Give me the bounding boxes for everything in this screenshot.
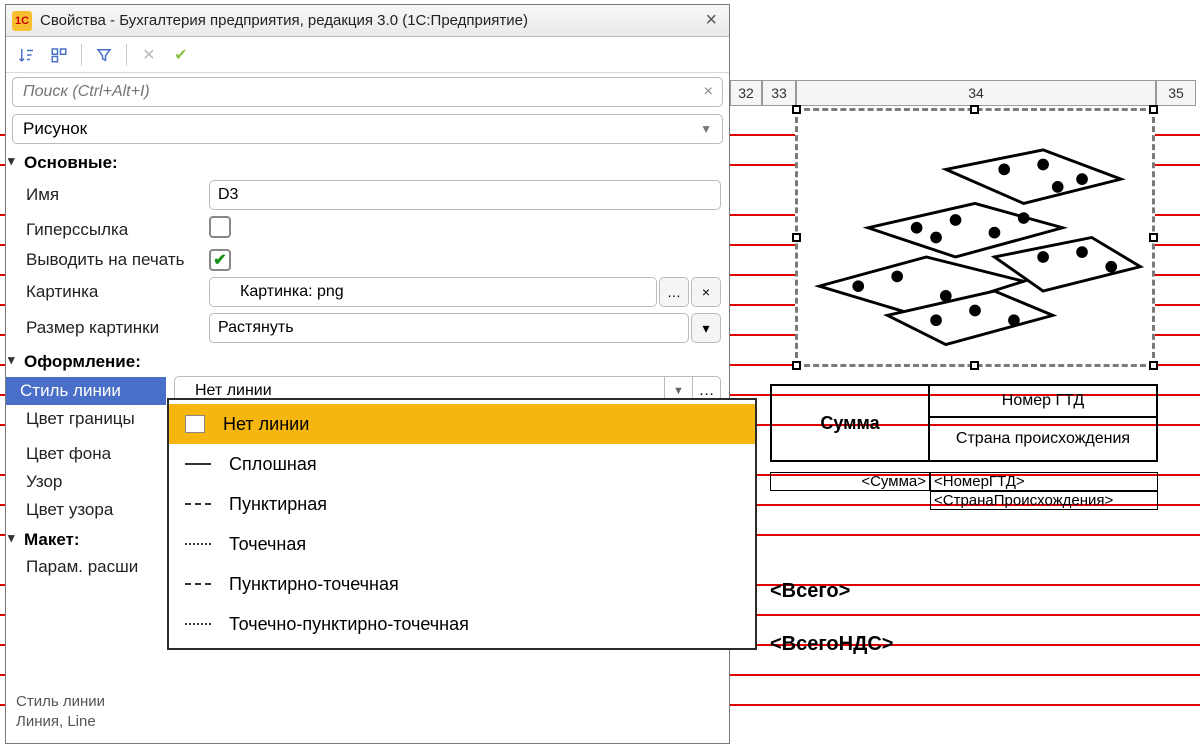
toolbar: ✕ ✔ <box>6 37 729 73</box>
resize-handle[interactable] <box>970 105 979 114</box>
section-format[interactable]: Оформление: <box>6 346 729 376</box>
label-line-style[interactable]: Стиль линии <box>6 377 166 405</box>
col-34[interactable]: 34 <box>796 80 1156 106</box>
picture-clear-button[interactable]: × <box>691 277 721 307</box>
search-input[interactable] <box>12 77 723 107</box>
dot-dash-dot-line-icon <box>185 623 211 625</box>
titlebar[interactable]: 1C Свойства - Бухгалтерия предприятия, р… <box>6 5 729 37</box>
resize-handle[interactable] <box>970 361 979 370</box>
type-select[interactable]: Рисунок ▼ <box>12 114 723 144</box>
col-35[interactable]: 35 <box>1156 80 1196 106</box>
opt-dot-dash-dot[interactable]: Точечно-пунктирно-точечная <box>169 604 755 644</box>
doc-table: Сумма Номер ГТД Страна происхождения <Су… <box>770 384 1170 510</box>
print-checkbox[interactable]: ✔ <box>209 249 231 271</box>
status-hint: Стиль линии Линия, Line <box>6 684 729 743</box>
ph-sum: <Сумма> <box>770 472 930 491</box>
app-icon: 1C <box>12 11 32 31</box>
picture-browse-button[interactable]: … <box>659 277 689 307</box>
no-line-icon <box>185 415 205 433</box>
window-title: Свойства - Бухгалтерия предприятия, реда… <box>40 12 528 29</box>
opt-label: Пунктирная <box>229 494 327 515</box>
dashed-line-icon <box>185 503 211 505</box>
categories-button[interactable] <box>46 42 72 68</box>
clear-search-icon[interactable]: × <box>704 83 713 101</box>
opt-solid[interactable]: Сплошная <box>169 444 755 484</box>
search-box[interactable]: × <box>12 77 723 107</box>
opt-dotted[interactable]: Точечная <box>169 524 755 564</box>
header-country: Страна происхождения <box>930 418 1158 462</box>
ph-total-vat: <ВсегоНДС> <box>770 633 893 656</box>
opt-label: Пунктирно-точечная <box>229 574 399 595</box>
hint-line2: Линия, Line <box>16 712 719 732</box>
ph-country: <СтранаПроисхождения> <box>930 491 1158 510</box>
resize-handle[interactable] <box>792 361 801 370</box>
label-name: Имя <box>14 185 209 205</box>
col-32[interactable]: 32 <box>730 80 762 106</box>
resize-handle[interactable] <box>1149 105 1158 114</box>
type-value: Рисунок <box>23 119 87 139</box>
header-gtd: Номер ГТД <box>930 384 1158 418</box>
picsize-select[interactable] <box>209 313 689 343</box>
accept-icon[interactable]: ✔ <box>168 42 194 68</box>
picture-object-d3[interactable] <box>795 108 1155 367</box>
ph-total: <Всего> <box>770 580 893 603</box>
name-input[interactable] <box>209 180 721 210</box>
opt-dash-dot[interactable]: Пунктирно-точечная <box>169 564 755 604</box>
opt-dashed[interactable]: Пунктирная <box>169 484 755 524</box>
label-print: Выводить на печать <box>14 250 209 270</box>
opt-label: Нет линии <box>223 414 309 435</box>
label-hyperlink: Гиперссылка <box>14 220 209 240</box>
section-basic[interactable]: Основные: <box>6 147 729 177</box>
chevron-down-icon: ▼ <box>700 122 712 136</box>
totals: <Всего> <ВсегоНДС> <box>770 580 893 686</box>
picsize-dropdown-button[interactable]: ▾ <box>691 313 721 343</box>
filter-button[interactable] <box>91 42 117 68</box>
opt-label: Точечная <box>229 534 306 555</box>
close-icon[interactable]: × <box>699 9 723 32</box>
header-sum: Сумма <box>770 384 930 462</box>
col-33[interactable]: 33 <box>762 80 796 106</box>
ph-gtd: <НомерГТД> <box>930 472 1158 491</box>
sort-button[interactable] <box>14 42 40 68</box>
line-style-dropdown[interactable]: Нет линии Сплошная Пунктирная Точечная П… <box>167 398 757 650</box>
hyperlink-checkbox[interactable] <box>209 216 231 238</box>
solid-line-icon <box>185 463 211 465</box>
dotted-line-icon <box>185 543 211 545</box>
resize-handle[interactable] <box>1149 361 1158 370</box>
resize-handle[interactable] <box>792 233 801 242</box>
resize-handle[interactable] <box>792 105 801 114</box>
opt-label: Точечно-пунктирно-точечная <box>229 614 469 635</box>
picture-field[interactable] <box>209 277 657 307</box>
domino-image <box>798 111 1152 364</box>
dash-dot-line-icon <box>185 583 211 585</box>
label-picsize: Размер картинки <box>14 318 209 338</box>
label-picture: Картинка <box>14 282 209 302</box>
opt-label: Сплошная <box>229 454 317 475</box>
opt-no-line[interactable]: Нет линии <box>169 404 755 444</box>
cancel-icon[interactable]: ✕ <box>136 42 162 68</box>
resize-handle[interactable] <box>1149 233 1158 242</box>
hint-line1: Стиль линии <box>16 692 719 712</box>
